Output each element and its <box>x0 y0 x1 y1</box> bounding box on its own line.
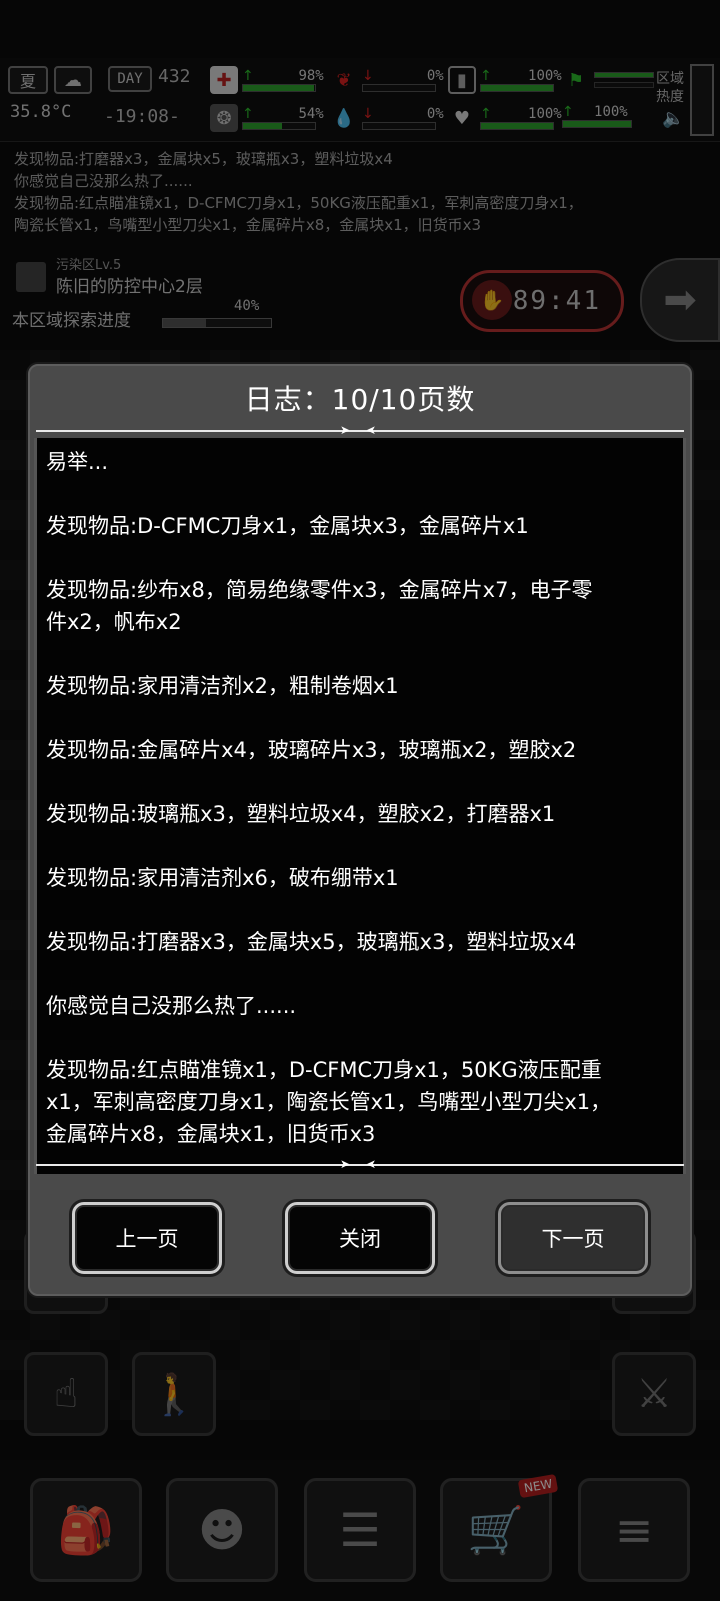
divider-arrow-left-icon: ➤ <box>366 423 377 437</box>
close-button[interactable]: 关闭 <box>285 1202 435 1274</box>
log-entries: 易举... 发现物品:D-CFMC刀身x1，金属块x3，金属碎片x1 发现物品:… <box>46 440 676 1162</box>
divider-arrow-right-icon: ➤ <box>340 423 351 437</box>
log-entry: 易举... <box>46 450 109 474</box>
divider-arrow-right-icon: ➤ <box>340 1157 351 1171</box>
prev-page-button[interactable]: 上一页 <box>72 1202 222 1274</box>
log-entry: 发现物品:D-CFMC刀身x1，金属块x3，金属碎片x1 <box>46 514 529 538</box>
log-entry: 发现物品:玻璃瓶x3，塑料垃圾x4，塑胶x2，打磨器x1 <box>46 802 556 826</box>
log-entry: 发现物品:纱布x8，简易绝缘零件x3，金属碎片x7，电子零 件x2，帆布x2 <box>46 578 593 634</box>
divider-arrow-left-icon: ➤ <box>366 1157 377 1171</box>
log-entry: 发现物品:红点瞄准镜x1，D-CFMC刀身x1，50KG液压配重 x1，军刺高密… <box>46 1058 612 1146</box>
dialog-title: 日志：10/10页数 <box>244 383 476 416</box>
next-page-button[interactable]: 下一页 <box>498 1202 648 1274</box>
log-entry: 发现物品:家用清洁剂x2，粗制卷烟x1 <box>46 674 399 698</box>
log-entry: 发现物品:金属碎片x4，玻璃碎片x3，玻璃瓶x2，塑胶x2 <box>46 738 577 762</box>
bottom-divider <box>36 1164 684 1166</box>
log-entry: 发现物品:打磨器x3，金属块x5，玻璃瓶x3，塑料垃圾x4 <box>46 930 577 954</box>
log-entry: 你感觉自己没那么热了...... <box>46 994 297 1018</box>
top-divider <box>36 430 684 432</box>
log-entry: 发现物品:家用清洁剂x6，破布绷带x1 <box>46 866 399 890</box>
